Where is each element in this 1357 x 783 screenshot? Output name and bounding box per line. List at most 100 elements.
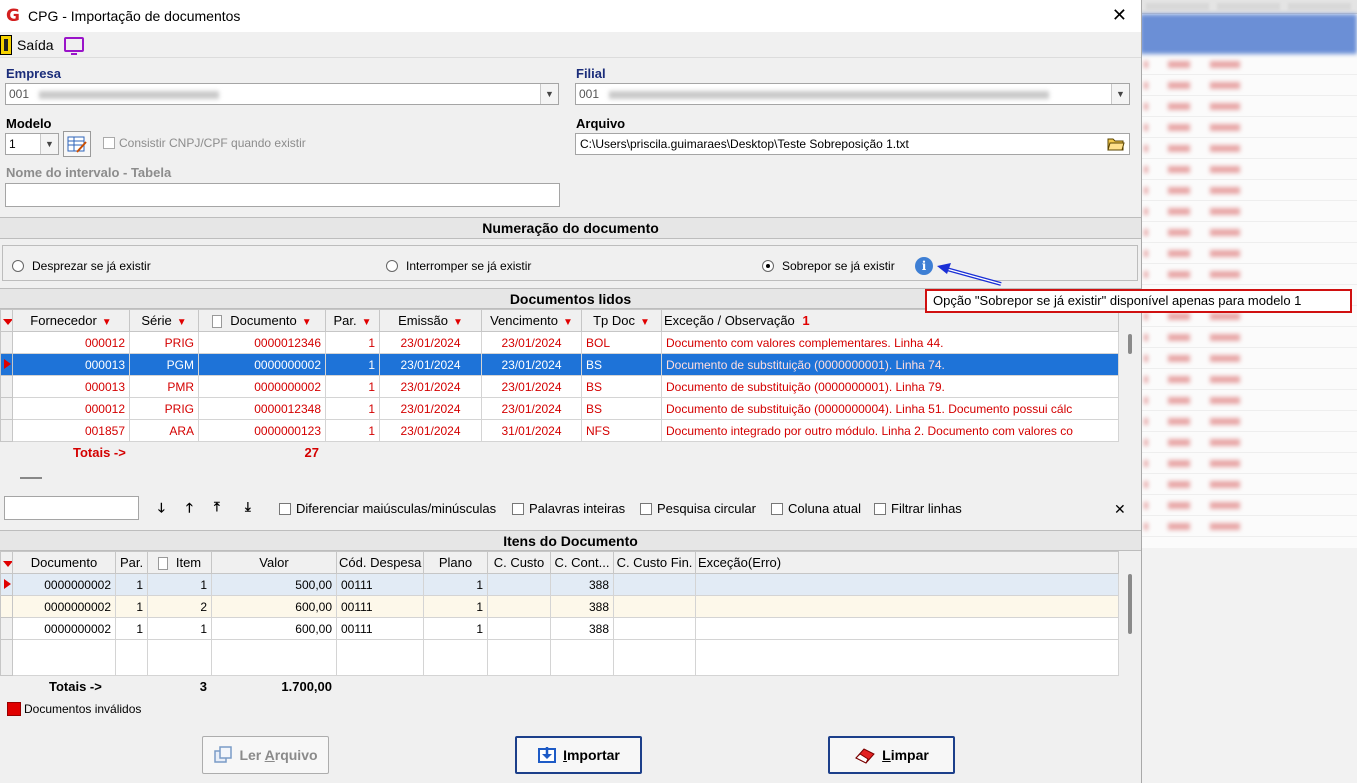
docs-cell[interactable]: 1 <box>325 397 380 420</box>
item-col-cod-despesa[interactable]: Cód. Despesa <box>336 551 424 574</box>
docs-cell[interactable]: Documento de substituição (0000000004). … <box>661 397 1119 420</box>
splitter-handle[interactable] <box>20 477 42 479</box>
checkbox-box[interactable] <box>640 502 652 515</box>
docs-cell[interactable]: 23/01/2024 <box>379 419 482 442</box>
docs-cell[interactable]: Documento integrado por outro módulo. Li… <box>661 419 1119 442</box>
radio-sobrepor[interactable]: Sobrepor se já existir <box>762 259 895 273</box>
checkbox-box[interactable] <box>874 502 886 515</box>
docs-cell[interactable]: 23/01/2024 <box>481 331 582 354</box>
filter-icon[interactable]: ▼ <box>177 317 187 328</box>
docs-cell[interactable]: 001857 <box>12 419 130 442</box>
items-cell[interactable]: 0000000002 <box>12 595 116 618</box>
item-col-c-cont[interactable]: C. Cont... <box>550 551 614 574</box>
docs-cell[interactable]: 1 <box>325 353 380 376</box>
docs-cell[interactable]: 1 <box>325 419 380 442</box>
items-cell[interactable]: 1 <box>147 573 212 596</box>
col-tpdoc[interactable]: Tp Doc ▼ <box>581 309 662 332</box>
items-cell[interactable] <box>613 573 696 596</box>
col-serie[interactable]: Série ▼ <box>129 309 199 332</box>
items-cell[interactable] <box>695 617 1119 640</box>
opt-whole-words[interactable]: Palavras inteiras <box>512 501 625 516</box>
modelo-select[interactable]: 1 ▼ <box>5 133 59 155</box>
opt-current-column[interactable]: Coluna atual <box>771 501 861 516</box>
intervalo-input[interactable] <box>5 183 560 207</box>
search-input[interactable] <box>4 496 139 520</box>
items-cell[interactable]: 1 <box>115 573 148 596</box>
items-cell[interactable]: 1 <box>423 617 488 640</box>
row-indicator[interactable] <box>0 375 13 398</box>
docs-cell[interactable]: PRIG <box>129 331 199 354</box>
docs-cell[interactable]: 0000012346 <box>198 331 326 354</box>
filter-icon[interactable]: ▼ <box>640 317 650 328</box>
items-cell[interactable]: 388 <box>550 595 614 618</box>
docs-cell[interactable]: 0000000002 <box>198 353 326 376</box>
items-cell[interactable]: 1 <box>147 617 212 640</box>
docs-cell[interactable]: BS <box>581 353 662 376</box>
filter-icon[interactable]: ▼ <box>102 317 112 328</box>
consistir-cnpj-checkbox[interactable]: Consistir CNPJ/CPF quando existir <box>103 136 306 150</box>
items-cell[interactable] <box>695 573 1119 596</box>
items-cell[interactable]: 600,00 <box>211 595 337 618</box>
find-previous-button[interactable]: 🡑 <box>186 499 193 521</box>
filter-icon[interactable]: ▼ <box>563 317 573 328</box>
docs-cell[interactable]: 23/01/2024 <box>379 353 482 376</box>
docs-cell[interactable]: NFS <box>581 419 662 442</box>
docs-row[interactable]: 000012 PRIG 0000012346 1 23/01/2024 23/01/202… <box>0 331 1119 354</box>
checkbox-box[interactable] <box>103 137 115 149</box>
close-window-button[interactable]: ✕ <box>1112 6 1127 24</box>
items-cell[interactable]: 388 <box>550 573 614 596</box>
docs-cell[interactable]: 000013 <box>12 375 130 398</box>
opt-circular[interactable]: Pesquisa circular <box>640 501 756 516</box>
docs-cell[interactable]: 23/01/2024 <box>481 375 582 398</box>
item-col-plano[interactable]: Plano <box>423 551 488 574</box>
docs-cell[interactable]: Documento de substituição (0000000001). … <box>661 353 1119 376</box>
item-col-c-custo-fin[interactable]: C. Custo Fin. <box>613 551 696 574</box>
find-last-button[interactable]: ⤓ <box>245 499 251 515</box>
col-par[interactable]: Par. ▼ <box>325 309 380 332</box>
items-cell[interactable]: 1 <box>115 595 148 618</box>
radio-dot[interactable] <box>386 260 398 272</box>
docs-cell[interactable]: 23/01/2024 <box>379 375 482 398</box>
checkbox-box[interactable] <box>512 502 524 515</box>
items-cell[interactable] <box>613 617 696 640</box>
docs-cell[interactable]: 1 <box>325 331 380 354</box>
filter-icon[interactable]: ▼ <box>362 317 372 328</box>
docs-cell[interactable]: 23/01/2024 <box>379 331 482 354</box>
radio-desprezar[interactable]: Desprezar se já existir <box>12 259 151 273</box>
radio-interromper[interactable]: Interromper se já existir <box>386 259 531 273</box>
items-cell[interactable] <box>613 595 696 618</box>
items-cell[interactable]: 500,00 <box>211 573 337 596</box>
docs-cell[interactable]: 0000012348 <box>198 397 326 420</box>
item-col-item[interactable]: Item <box>147 551 212 574</box>
docs-cell[interactable]: 000012 <box>12 397 130 420</box>
docs-cell[interactable]: 1 <box>325 375 380 398</box>
docs-cell[interactable]: BS <box>581 375 662 398</box>
items-cell[interactable]: 1 <box>115 617 148 640</box>
importar-button[interactable]: Importar <box>515 736 642 774</box>
close-search-button[interactable]: ✕ <box>1114 501 1126 518</box>
docs-cell[interactable]: 31/01/2024 <box>481 419 582 442</box>
docs-row[interactable]: 000013 PMR 0000000002 1 23/01/2024 23/01/2024… <box>0 375 1119 398</box>
row-indicator[interactable] <box>0 617 13 640</box>
items-cell[interactable]: 0000000002 <box>12 617 116 640</box>
col-documento[interactable]: Documento ▼ <box>198 309 326 332</box>
chevron-down-icon[interactable]: ▼ <box>1111 84 1129 104</box>
items-cell[interactable] <box>487 595 551 618</box>
radio-dot[interactable] <box>12 260 24 272</box>
arquivo-input[interactable]: C:\Users\priscila.guimaraes\Desktop\Test… <box>575 133 1130 155</box>
items-row[interactable]: 0000000002 1 1 500,00 00111 1 388 <box>0 573 1119 596</box>
items-cell[interactable]: 00111 <box>336 595 424 618</box>
row-indicator[interactable] <box>0 353 13 376</box>
docs-cell[interactable]: Documento de substituição (0000000001). … <box>661 375 1119 398</box>
items-cell[interactable]: 600,00 <box>211 617 337 640</box>
col-vencimento[interactable]: Vencimento ▼ <box>481 309 582 332</box>
items-cell[interactable]: 1 <box>423 595 488 618</box>
row-indicator[interactable] <box>0 595 13 618</box>
item-col-documento[interactable]: Documento <box>12 551 116 574</box>
chevron-down-icon[interactable]: ▼ <box>540 84 558 104</box>
empresa-select[interactable]: 001 ▼ <box>5 83 559 105</box>
docs-cell[interactable]: 0000000002 <box>198 375 326 398</box>
items-cell[interactable]: 1 <box>423 573 488 596</box>
opt-case-sensitive[interactable]: Diferenciar maiúsculas/minúsculas <box>279 501 496 516</box>
item-col-excecao[interactable]: Exceção(Erro) <box>695 551 1119 574</box>
